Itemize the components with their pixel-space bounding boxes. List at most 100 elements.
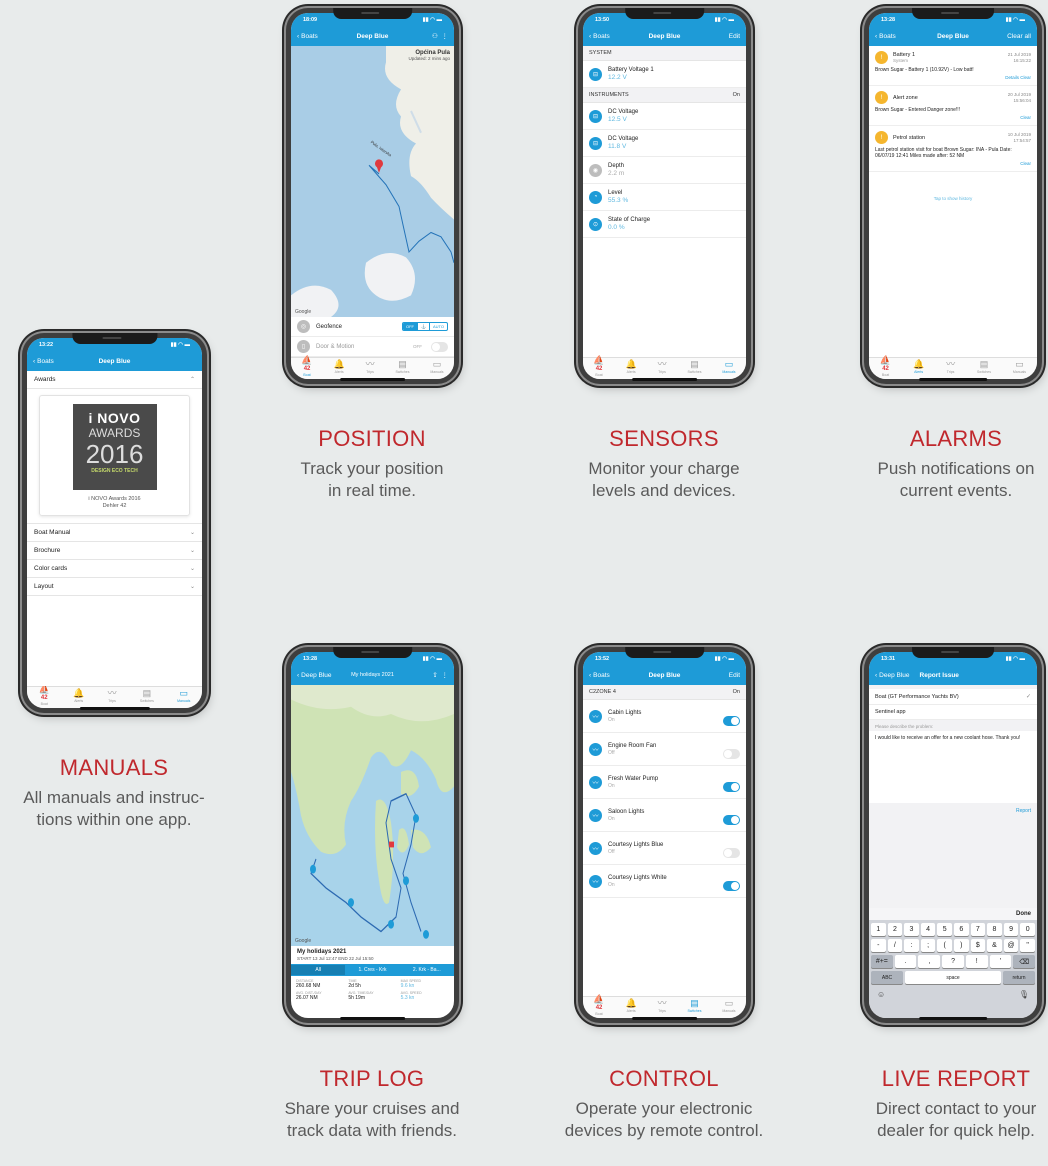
key[interactable]: & — [987, 939, 1002, 952]
key[interactable]: ; — [920, 939, 936, 952]
tab-manuals[interactable]: ▭ Manuals — [722, 998, 735, 1013]
alarm-item[interactable]: ! Petrol station 10 Jul 2019 17:54:57 Last p… — [869, 126, 1037, 172]
tab-alerts[interactable]: 🔔 Alerts — [334, 359, 345, 374]
key[interactable]: ( — [937, 939, 952, 952]
map-view[interactable]: Općina Pula Updated: 2 mins ago Pula, Is… — [291, 46, 454, 317]
seg-auto[interactable]: AUTO — [428, 323, 447, 330]
tab-boat[interactable]: ⛵ 42 Boat — [39, 685, 50, 707]
key-return[interactable]: return — [1003, 971, 1035, 984]
key[interactable]: ⌫ — [1013, 955, 1036, 968]
key[interactable]: ! — [965, 955, 988, 968]
done-button[interactable]: Done — [869, 908, 1037, 920]
key[interactable]: ) — [953, 939, 969, 952]
key[interactable]: #+= — [871, 955, 893, 968]
anchor-icon[interactable]: ⚓ — [416, 323, 429, 330]
key[interactable]: 7 — [970, 923, 986, 936]
tab-trips[interactable]: 〰 Trips — [658, 998, 667, 1013]
clear-all-button[interactable]: Clear all — [1007, 33, 1031, 40]
tab-alerts[interactable]: 🔔 Alerts — [626, 998, 637, 1013]
seg-off[interactable]: OFF — [402, 323, 417, 330]
tab-boat[interactable]: ⛵ 42 Boat — [593, 356, 604, 378]
tab-manuals[interactable]: ▭ Manuals — [430, 359, 443, 374]
switch-toggle[interactable] — [723, 815, 740, 825]
more-icon[interactable]: ⋮ — [442, 672, 449, 679]
key-space[interactable]: space — [905, 971, 1001, 984]
key[interactable]: / — [887, 939, 903, 952]
key[interactable]: 8 — [987, 923, 1002, 936]
key-abc[interactable]: ABC — [871, 971, 903, 984]
switch-toggle[interactable] — [723, 749, 740, 759]
key[interactable]: ? — [942, 955, 964, 968]
app-row[interactable]: Sentinel app — [869, 705, 1037, 720]
tab-boat[interactable]: ⛵ 42 Boat — [301, 356, 312, 378]
manual-item[interactable]: Color cards ⌄ — [27, 560, 202, 578]
door-toggle[interactable] — [431, 341, 448, 352]
switch-toggle[interactable] — [723, 848, 740, 858]
key[interactable]: 3 — [904, 923, 919, 936]
tab-trips[interactable]: 〰 Trips — [946, 359, 955, 374]
alarm-item[interactable]: ! Battery 1 System 21 Jul 2019 16:15:22 Brown… — [869, 46, 1037, 86]
tab-alerts[interactable]: 🔔 Alerts — [913, 359, 924, 374]
alarm-item[interactable]: ! Alert zone 20 Jul 2019 15:56:04 Brown Suga… — [869, 86, 1037, 126]
back-button[interactable]: ‹ Boats — [33, 358, 54, 365]
switch-toggle[interactable] — [723, 881, 740, 891]
alarm-actions[interactable]: Details Clear — [875, 75, 1031, 80]
key[interactable]: , — [918, 955, 941, 968]
sensor-row[interactable]: ⊟ DC Voltage 12.5 V — [583, 103, 746, 130]
sensor-row[interactable]: ◉ Depth 2.2 m — [583, 157, 746, 184]
tab-switches[interactable]: ▤ Switches — [687, 998, 701, 1013]
key[interactable]: @ — [1003, 939, 1019, 952]
tab-manuals[interactable]: ▭ Manuals — [1013, 359, 1026, 374]
manual-item[interactable]: Layout ⌄ — [27, 578, 202, 596]
tab-switches[interactable]: ▤ Switches — [687, 359, 701, 374]
tab-switches[interactable]: ▤ Switches — [977, 359, 991, 374]
sensor-row[interactable]: ⊟ Battery Voltage 1 12.2 V — [583, 61, 746, 88]
manual-item[interactable]: Boat Manual ⌄ — [27, 524, 202, 542]
boat-select-row[interactable]: Boat (GT Performance Yachts BV) ✓ — [869, 689, 1037, 705]
show-history-link[interactable]: Tap to show history — [869, 196, 1037, 201]
trip-map[interactable]: Google — [291, 685, 454, 946]
geofence-segment[interactable]: OFF ⚓ AUTO — [401, 322, 448, 331]
edit-button[interactable]: Edit — [729, 33, 740, 40]
problem-textarea[interactable]: I would like to receive an offer for a n… — [869, 731, 1037, 803]
key[interactable]: 6 — [953, 923, 969, 936]
back-button[interactable]: ‹ Boats — [589, 33, 610, 40]
tab-trips[interactable]: 〰 Trips — [366, 359, 375, 374]
key[interactable]: ' — [989, 955, 1012, 968]
alarm-actions[interactable]: Clear — [875, 115, 1031, 120]
tab-switches[interactable]: ▤ Switches — [140, 688, 154, 703]
tab-switches[interactable]: ▤ Switches — [395, 359, 409, 374]
key[interactable]: - — [871, 939, 886, 952]
sensor-row[interactable]: ⊟ DC Voltage 11.8 V — [583, 130, 746, 157]
tab-trips[interactable]: 〰 Trips — [108, 688, 117, 703]
tab-boat[interactable]: ⛵ 42 Boat — [880, 356, 891, 378]
key[interactable]: : — [904, 939, 919, 952]
user-icon[interactable]: ⚇ — [432, 33, 438, 40]
mic-icon[interactable]: 🎙 — [1019, 990, 1029, 999]
tab-manuals[interactable]: ▭ Manuals — [722, 359, 735, 374]
key[interactable]: 5 — [937, 923, 952, 936]
tab-alerts[interactable]: 🔔 Alerts — [73, 688, 84, 703]
back-button[interactable]: ‹ Boats — [589, 672, 610, 679]
key[interactable]: 9 — [1003, 923, 1019, 936]
sensor-row[interactable]: ⊙ State of Charge 0.0 % — [583, 211, 746, 238]
back-button[interactable]: ‹ Deep Blue — [297, 672, 332, 679]
key[interactable]: 0 — [1020, 923, 1035, 936]
awards-header[interactable]: Awards ⌃ — [27, 371, 202, 389]
report-button[interactable]: Report — [869, 803, 1037, 819]
key[interactable]: $ — [970, 939, 986, 952]
key[interactable]: " — [1020, 939, 1035, 952]
more-icon[interactable]: ⋮ — [442, 33, 449, 40]
trip-tab[interactable]: 2. Krk - Ba... — [400, 965, 454, 975]
back-button[interactable]: ‹ Deep Blue — [875, 672, 910, 679]
key[interactable]: 2 — [887, 923, 903, 936]
tab-trips[interactable]: 〰 Trips — [658, 359, 667, 374]
tab-manuals[interactable]: ▭ Manuals — [177, 688, 190, 703]
emoji-icon[interactable]: ☺ — [877, 990, 885, 999]
share-icon[interactable]: ⇪ — [432, 672, 437, 679]
sensor-row[interactable]: ◔ Level 55.3 % — [583, 184, 746, 211]
alarm-actions[interactable]: Clear — [875, 161, 1031, 166]
switch-toggle[interactable] — [723, 782, 740, 792]
manual-item[interactable]: Brochure ⌄ — [27, 542, 202, 560]
back-button[interactable]: ‹ Boats — [297, 33, 318, 40]
